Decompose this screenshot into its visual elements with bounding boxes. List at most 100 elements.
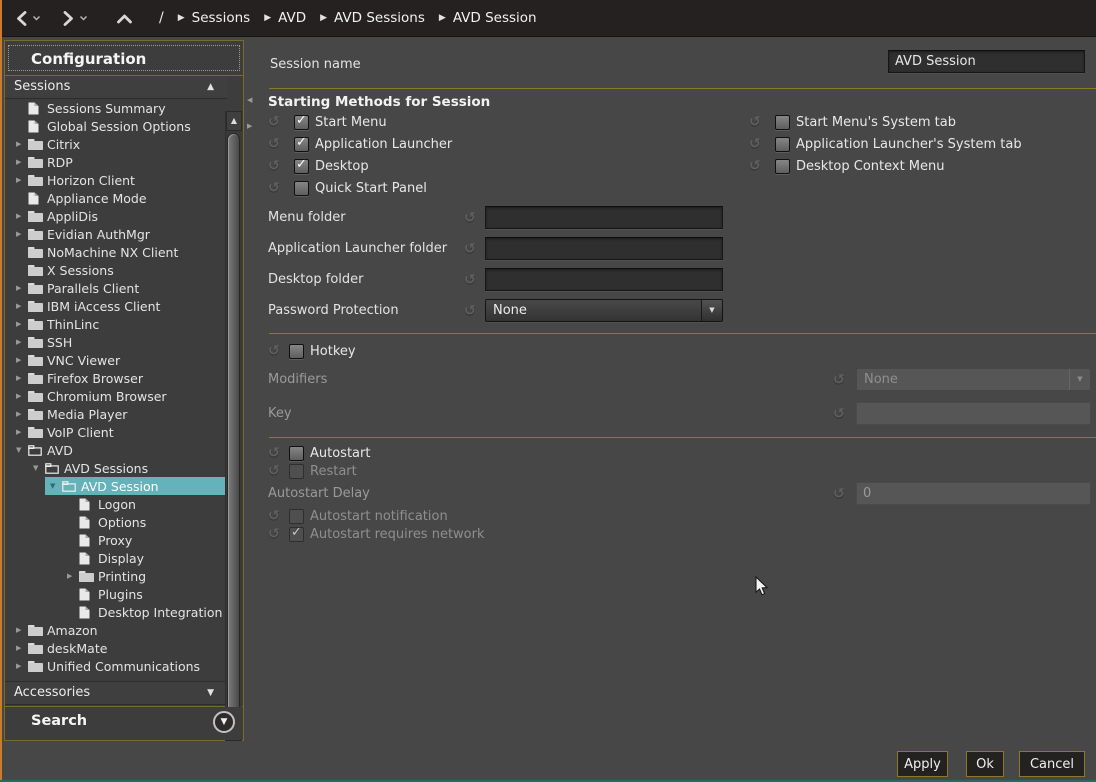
- tree-collapsed-expander-icon[interactable]: ▶: [14, 176, 28, 184]
- tree-item-applidis[interactable]: ▶AppliDis: [6, 207, 227, 225]
- tree-item-appliance-mode[interactable]: Appliance Mode: [6, 189, 227, 207]
- tree-item-voip-client[interactable]: ▶VoIP Client: [6, 423, 227, 441]
- reset-to-default-icon[interactable]: ↺: [749, 115, 764, 129]
- tree-item-printing[interactable]: ▶Printing: [6, 567, 227, 585]
- ok-button[interactable]: Ok: [966, 751, 1004, 777]
- tree-collapsed-expander-icon[interactable]: ▶: [14, 644, 28, 652]
- tree-item-x-sessions[interactable]: X Sessions: [6, 261, 227, 279]
- tree-expanded-expander-icon[interactable]: ▼: [31, 464, 45, 472]
- tree-collapsed-expander-icon[interactable]: ▶: [14, 338, 28, 346]
- tree-item-media-player[interactable]: ▶Media Player: [6, 405, 227, 423]
- tree-item-horizon-client[interactable]: ▶Horizon Client: [6, 171, 227, 189]
- menu-folder-input[interactable]: [485, 206, 723, 229]
- breadcrumb-root[interactable]: /: [159, 10, 164, 26]
- tree-item-plugins[interactable]: Plugins: [6, 585, 227, 603]
- tree-item-options[interactable]: Options: [6, 513, 227, 531]
- tree-item-sessions-summary[interactable]: Sessions Summary: [6, 99, 227, 117]
- reset-to-default-icon[interactable]: ↺: [268, 509, 283, 523]
- reset-to-default-icon[interactable]: ↺: [268, 446, 283, 460]
- tree-scrollbar[interactable]: ▲ ▼: [225, 111, 242, 741]
- accessories-section-header[interactable]: Accessories ▼: [5, 681, 227, 705]
- forward-history-caret-icon[interactable]: [79, 15, 88, 21]
- tree-item-proxy[interactable]: Proxy: [6, 531, 227, 549]
- scrollbar-thumb[interactable]: [227, 133, 240, 717]
- tree-collapsed-expander-icon[interactable]: ▶: [14, 284, 28, 292]
- tree-item-nomachine-nx-client[interactable]: NoMachine NX Client: [6, 243, 227, 261]
- tree-collapsed-expander-icon[interactable]: ▶: [14, 212, 28, 220]
- breadcrumb-avd-session[interactable]: ▶AVD Session: [439, 10, 537, 26]
- reset-to-default-icon[interactable]: ↺: [268, 115, 283, 129]
- tree-item-avd-sessions[interactable]: ▼AVD Sessions: [6, 459, 227, 477]
- tree-collapsed-expander-icon[interactable]: ▶: [65, 572, 79, 580]
- tree-item-ssh[interactable]: ▶SSH: [6, 333, 227, 351]
- cancel-button[interactable]: Cancel: [1019, 751, 1085, 777]
- checkbox-application-launcher[interactable]: [294, 137, 309, 152]
- password-protection-dropdown[interactable]: None ▼: [485, 299, 723, 322]
- tree-item-ibm-iaccess-client[interactable]: ▶IBM iAccess Client: [6, 297, 227, 315]
- up-button[interactable]: [116, 12, 133, 25]
- back-button[interactable]: [14, 10, 41, 27]
- tree-item-firefox-browser[interactable]: ▶Firefox Browser: [6, 369, 227, 387]
- tree-item-thinlinc[interactable]: ▶ThinLinc: [6, 315, 227, 333]
- checkbox-start-menu-s-system-tab[interactable]: [775, 115, 790, 130]
- checkbox-desktop-context-menu[interactable]: [775, 159, 790, 174]
- tree-item-avd[interactable]: ▼AVD: [6, 441, 227, 459]
- tree-item-deskmate[interactable]: ▶deskMate: [6, 639, 227, 657]
- reset-to-default-icon[interactable]: ↺: [464, 242, 479, 256]
- tree-collapsed-expander-icon[interactable]: ▶: [14, 302, 28, 310]
- tree-item-logon[interactable]: Logon: [6, 495, 227, 513]
- reset-to-default-icon[interactable]: ↺: [268, 464, 283, 478]
- checkbox-start-menu[interactable]: [294, 115, 309, 130]
- breadcrumb-sessions[interactable]: ▶Sessions: [178, 10, 250, 26]
- forward-button[interactable]: [61, 10, 88, 27]
- reset-to-default-icon[interactable]: ↺: [268, 181, 283, 195]
- tree-item-display[interactable]: Display: [6, 549, 227, 567]
- checkbox-quick-start-panel[interactable]: [294, 181, 309, 196]
- reset-to-default-icon[interactable]: ↺: [464, 273, 479, 287]
- tree-expanded-expander-icon[interactable]: ▼: [48, 482, 62, 490]
- tree-collapsed-expander-icon[interactable]: ▶: [14, 356, 28, 364]
- reset-to-default-icon[interactable]: ↺: [268, 527, 283, 541]
- tree-collapsed-expander-icon[interactable]: ▶: [14, 320, 28, 328]
- tree-item-desktop-integration[interactable]: Desktop Integration: [6, 603, 227, 621]
- tree-item-avd-session[interactable]: ▼AVD Session: [6, 477, 227, 495]
- reset-to-default-icon[interactable]: ↺: [749, 137, 764, 151]
- reset-to-default-icon[interactable]: ↺: [833, 487, 848, 501]
- tree-collapsed-expander-icon[interactable]: ▶: [14, 374, 28, 382]
- tree-item-rdp[interactable]: ▶RDP: [6, 153, 227, 171]
- reset-to-default-icon[interactable]: ↺: [268, 159, 283, 173]
- splitter-right-arrow-icon[interactable]: ▶: [247, 122, 252, 130]
- checkbox-application-launcher-s-system-tab[interactable]: [775, 137, 790, 152]
- tree-collapsed-expander-icon[interactable]: ▶: [14, 410, 28, 418]
- dropdown-arrow-icon[interactable]: ▼: [701, 300, 722, 321]
- reset-to-default-icon[interactable]: ↺: [749, 159, 764, 173]
- reset-to-default-icon[interactable]: ↺: [268, 344, 283, 358]
- back-history-caret-icon[interactable]: [32, 15, 41, 21]
- tree-item-chromium-browser[interactable]: ▶Chromium Browser: [6, 387, 227, 405]
- reset-to-default-icon[interactable]: ↺: [464, 211, 479, 225]
- scroll-up-button[interactable]: ▲: [226, 111, 242, 131]
- apply-button[interactable]: Apply: [897, 751, 948, 777]
- tree-collapsed-expander-icon[interactable]: ▶: [14, 392, 28, 400]
- breadcrumb-avd[interactable]: ▶AVD: [264, 10, 306, 26]
- tree-collapsed-expander-icon[interactable]: ▶: [14, 230, 28, 238]
- tree-item-evidian-authmgr[interactable]: ▶Evidian AuthMgr: [6, 225, 227, 243]
- tree-item-parallels-client[interactable]: ▶Parallels Client: [6, 279, 227, 297]
- tree-expanded-expander-icon[interactable]: ▼: [14, 446, 28, 454]
- tree-item-citrix[interactable]: ▶Citrix: [6, 135, 227, 153]
- breadcrumb-avd-sessions[interactable]: ▶AVD Sessions: [320, 10, 425, 26]
- hotkey-checkbox[interactable]: [289, 344, 304, 359]
- reset-to-default-icon[interactable]: ↺: [464, 304, 479, 318]
- tree-collapsed-expander-icon[interactable]: ▶: [14, 158, 28, 166]
- session-name-input[interactable]: [888, 50, 1085, 73]
- search-expand-button[interactable]: ▼: [213, 711, 235, 733]
- tree-collapsed-expander-icon[interactable]: ▶: [14, 428, 28, 436]
- application-launcher-folder-input[interactable]: [485, 237, 723, 260]
- tree-item-global-session-options[interactable]: Global Session Options: [6, 117, 227, 135]
- sessions-section-header[interactable]: Sessions ▲: [5, 76, 227, 99]
- tree-collapsed-expander-icon[interactable]: ▶: [14, 662, 28, 670]
- autostart-checkbox[interactable]: [289, 446, 304, 461]
- tree-item-amazon[interactable]: ▶Amazon: [6, 621, 227, 639]
- tree-item-unified-communications[interactable]: ▶Unified Communications: [6, 657, 227, 675]
- tree-item-vnc-viewer[interactable]: ▶VNC Viewer: [6, 351, 227, 369]
